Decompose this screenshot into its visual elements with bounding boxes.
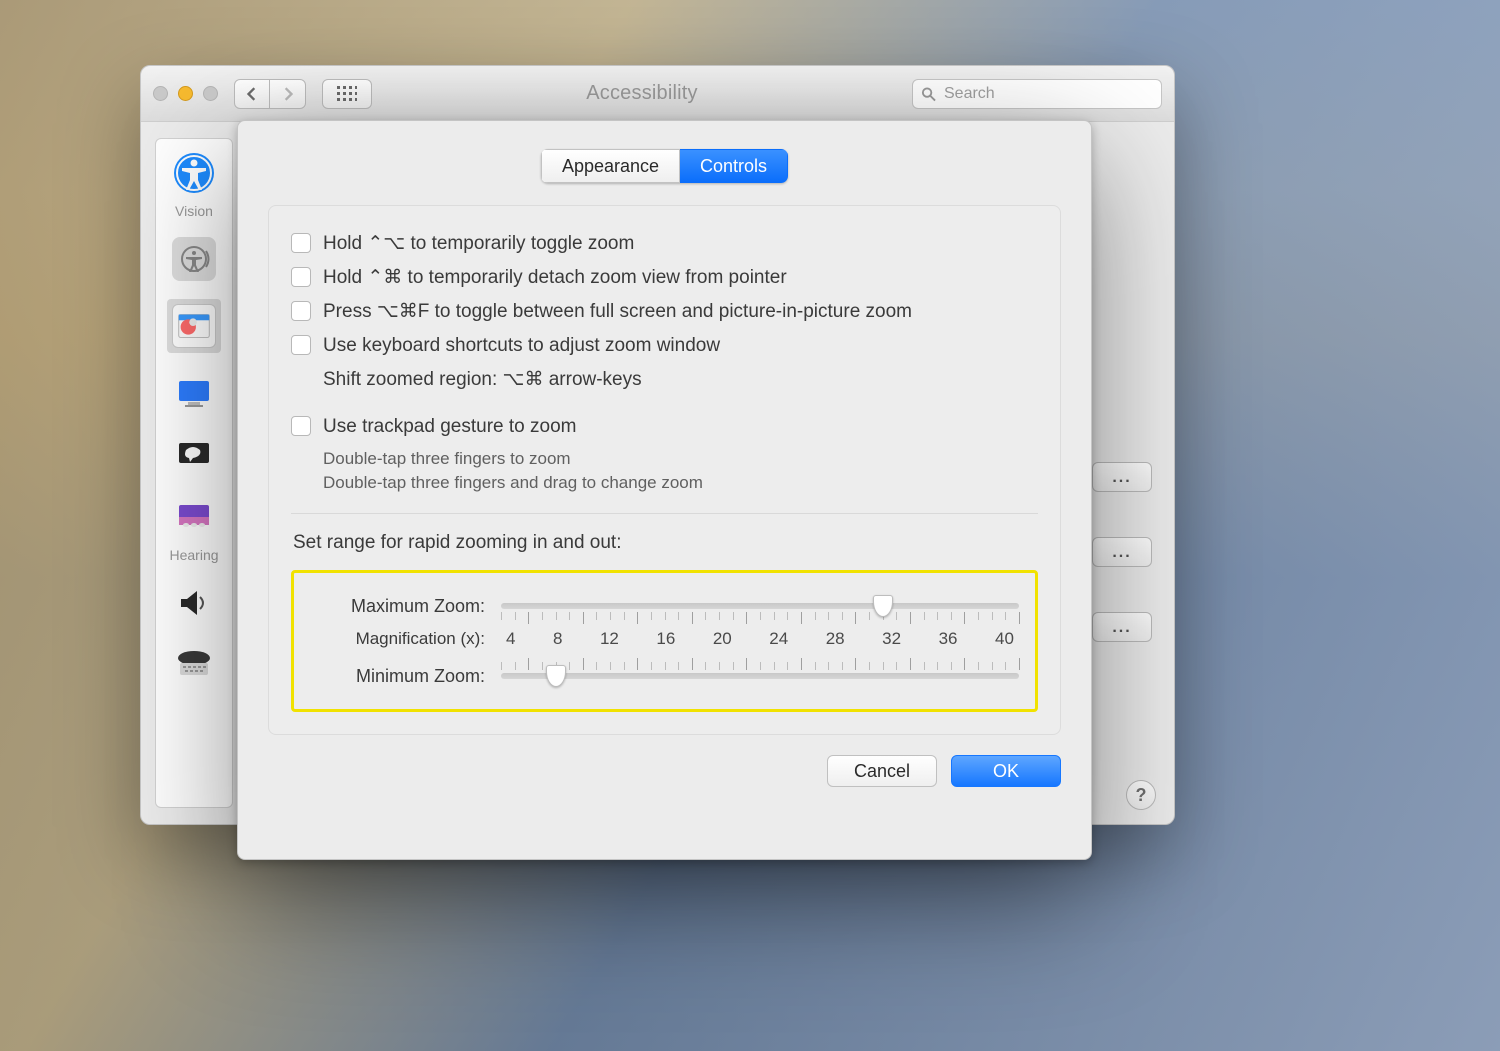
- magnification-scale: 481216202428323640: [501, 629, 1019, 649]
- show-all-button[interactable]: [322, 79, 372, 109]
- help-button[interactable]: ?: [1126, 780, 1156, 810]
- zoom-icon[interactable]: [203, 86, 218, 101]
- speech-icon: [172, 433, 216, 477]
- checkbox-fullscreen-pip[interactable]: [291, 301, 311, 321]
- options-button-2[interactable]: ...: [1092, 537, 1152, 567]
- accessibility-icon: [172, 151, 216, 195]
- zoom-range-box: Maximum Zoom: Magnification (x): 4812162…: [291, 570, 1038, 712]
- min-zoom-label: Minimum Zoom:: [310, 666, 485, 687]
- divider: [291, 513, 1038, 514]
- label-kb-shortcuts: Use keyboard shortcuts to adjust zoom wi…: [323, 332, 720, 360]
- tab-appearance[interactable]: Appearance: [541, 149, 680, 183]
- options-button-3[interactable]: ...: [1092, 612, 1152, 642]
- label-fullscreen-pip: Press ⌥⌘F to toggle between full screen …: [323, 298, 912, 326]
- range-section-title: Set range for rapid zooming in and out:: [293, 532, 1038, 554]
- search-field[interactable]: [912, 79, 1162, 109]
- controls-pane: Hold ⌃⌥ to temporarily toggle zoom Hold …: [268, 205, 1061, 735]
- label-toggle-zoom: Hold ⌃⌥ to temporarily toggle zoom: [323, 230, 634, 258]
- cancel-button[interactable]: Cancel: [827, 755, 937, 787]
- close-icon[interactable]: [153, 86, 168, 101]
- window-toolbar: Accessibility: [141, 66, 1174, 122]
- sidebar-group-hearing: Hearing: [169, 547, 218, 563]
- checkbox-detach-zoom[interactable]: [291, 267, 311, 287]
- sidebar-item-speech[interactable]: [172, 433, 216, 477]
- label-detach-zoom: Hold ⌃⌘ to temporarily detach zoom view …: [323, 264, 787, 292]
- speaker-icon: [172, 581, 216, 625]
- window-title: Accessibility: [382, 82, 902, 105]
- max-zoom-label: Maximum Zoom:: [310, 596, 485, 617]
- sidebar-item-rtt[interactable]: [172, 643, 216, 687]
- checkbox-toggle-zoom[interactable]: [291, 233, 311, 253]
- options-button-1[interactable]: ...: [1092, 462, 1152, 492]
- voiceover-icon: [172, 237, 216, 281]
- trackpad-hint-2: Double-tap three fingers and drag to cha…: [323, 471, 1038, 495]
- sidebar-item-audio[interactable]: [172, 581, 216, 625]
- zoom-controls-sheet: Appearance Controls Hold ⌃⌥ to temporari…: [237, 120, 1092, 860]
- forward-button[interactable]: [270, 79, 306, 109]
- display-icon: [172, 371, 216, 415]
- checkbox-trackpad-gesture[interactable]: [291, 416, 311, 436]
- max-zoom-slider[interactable]: [501, 590, 1019, 622]
- nav-buttons: [234, 79, 306, 109]
- magnification-label: Magnification (x):: [310, 629, 485, 649]
- sidebar-item-voiceover[interactable]: [172, 237, 216, 281]
- search-input[interactable]: [942, 84, 1153, 104]
- sidebar-group-vision: Vision: [175, 203, 213, 219]
- trackpad-hint-1: Double-tap three fingers to zoom: [323, 447, 1038, 471]
- label-trackpad-gesture: Use trackpad gesture to zoom: [323, 413, 576, 441]
- tab-controls[interactable]: Controls: [680, 149, 788, 183]
- sidebar-item-overview[interactable]: [172, 151, 216, 195]
- minimize-icon[interactable]: [178, 86, 193, 101]
- sidebar-item-zoom[interactable]: [167, 299, 221, 353]
- zoom-pane-icon: [172, 304, 216, 348]
- sidebar-item-display[interactable]: [172, 371, 216, 415]
- descriptions-icon: [172, 495, 216, 539]
- shift-region-label: Shift zoomed region: ⌥⌘ arrow-keys: [323, 366, 1038, 393]
- search-icon: [921, 86, 936, 102]
- back-button[interactable]: [234, 79, 270, 109]
- phone-icon: [172, 643, 216, 687]
- checkbox-kb-shortcuts[interactable]: [291, 335, 311, 355]
- sidebar: Vision: [155, 138, 233, 808]
- min-zoom-slider[interactable]: [501, 660, 1019, 692]
- sidebar-item-descriptions[interactable]: [172, 495, 216, 539]
- tab-bar: Appearance Controls: [541, 149, 788, 183]
- traffic-lights: [153, 86, 218, 101]
- ok-button[interactable]: OK: [951, 755, 1061, 787]
